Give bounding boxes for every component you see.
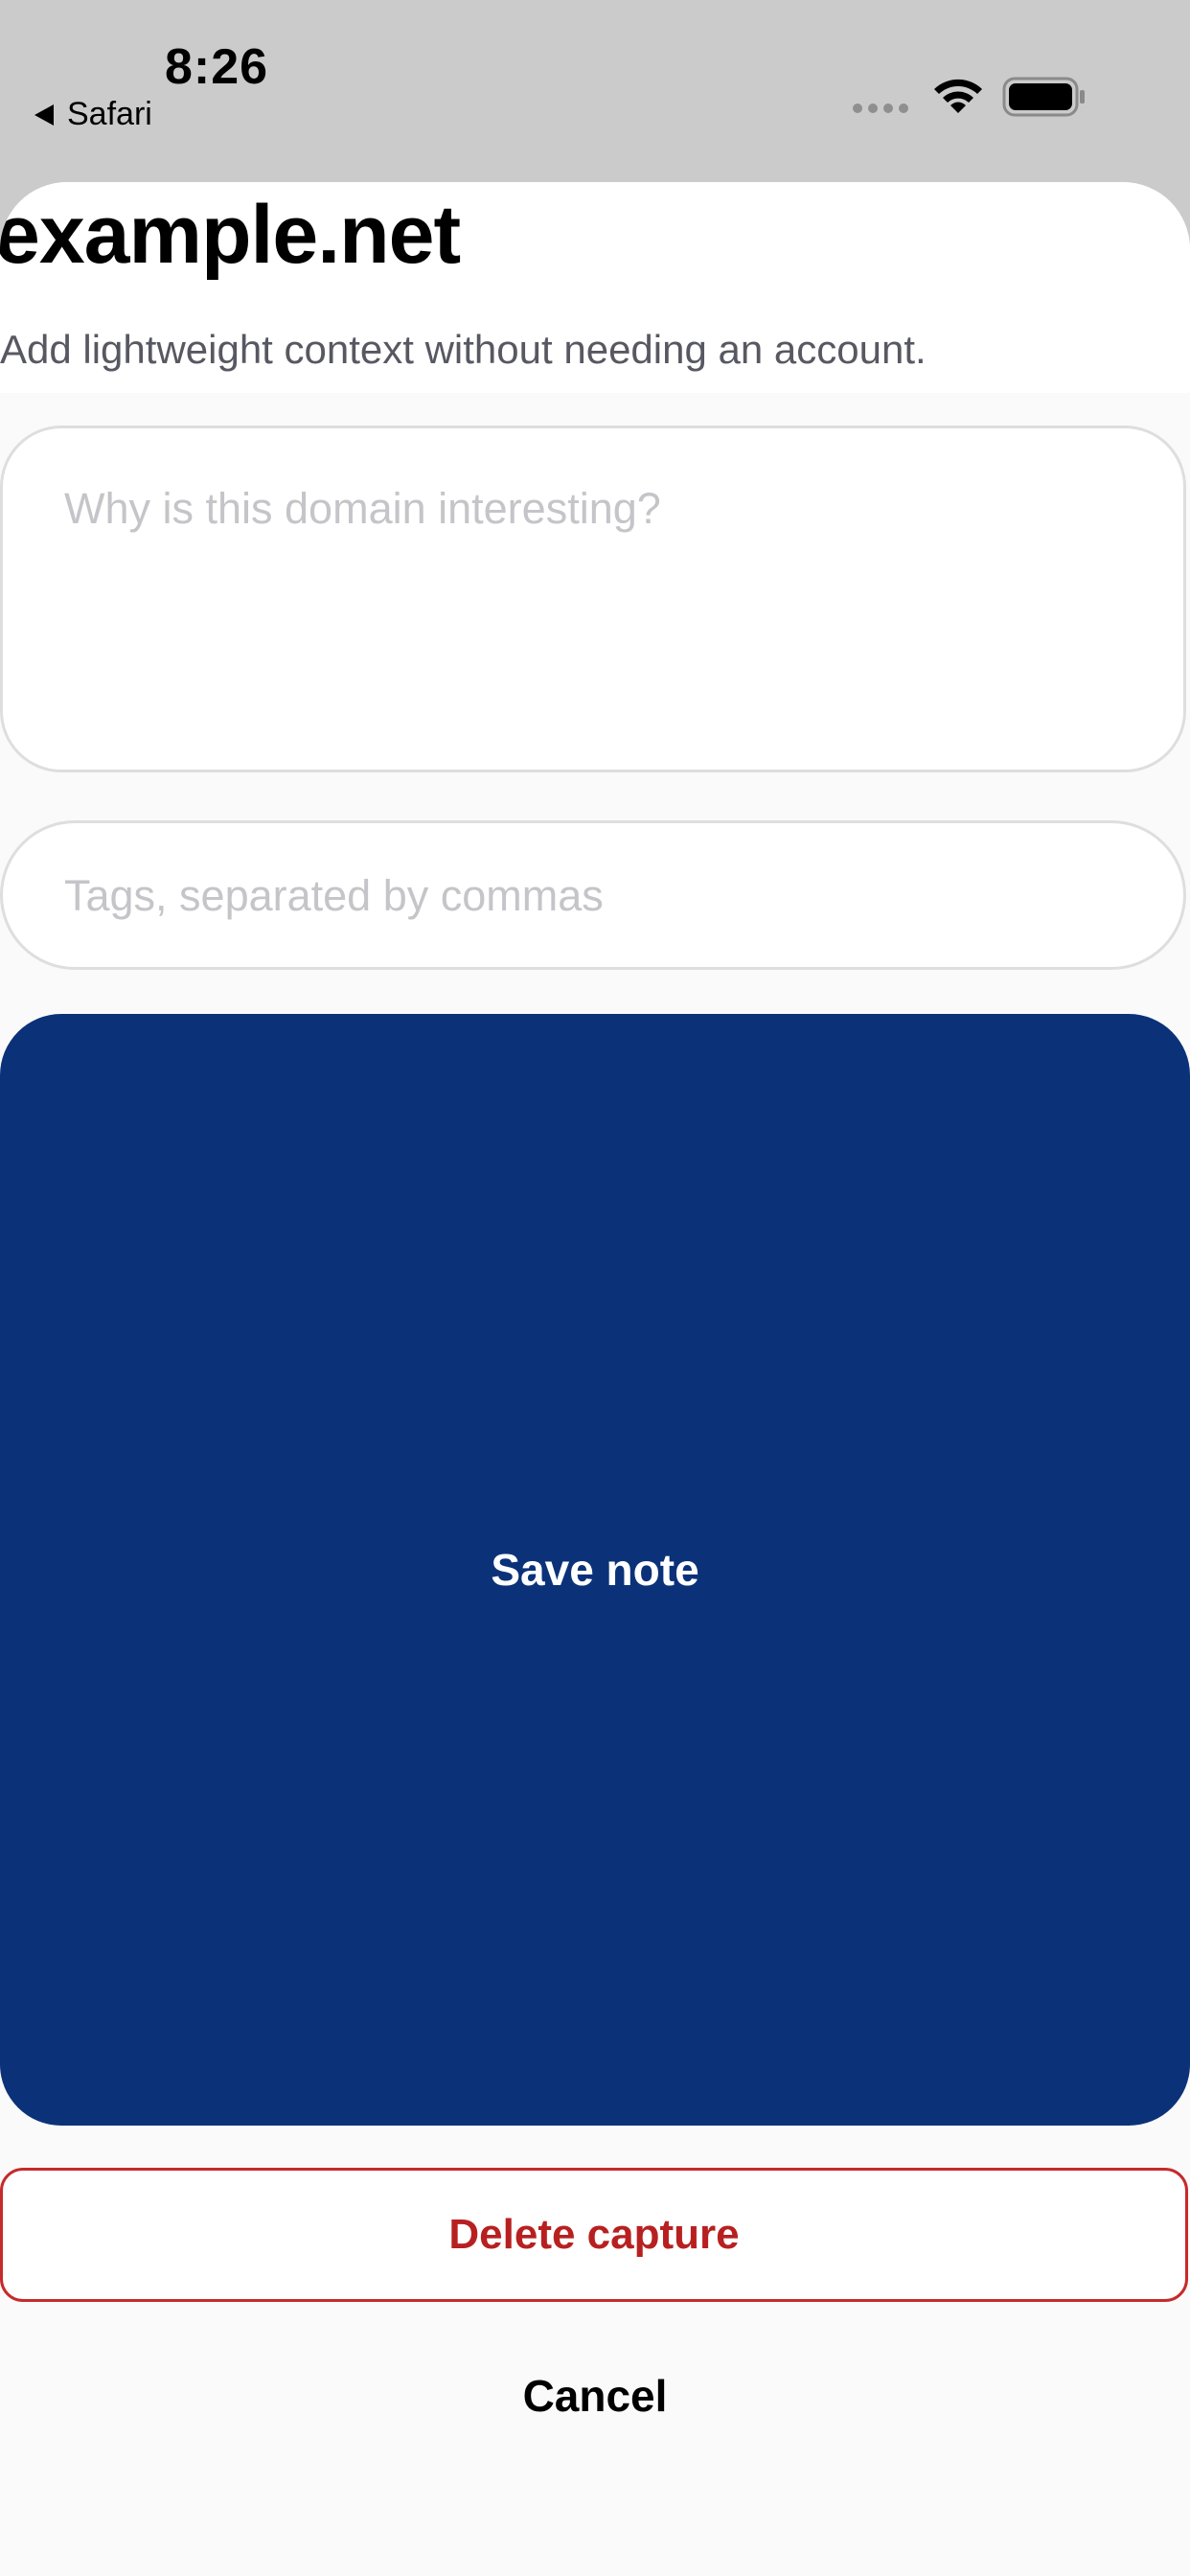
delete-capture-label: Delete capture: [448, 2211, 740, 2258]
domain-title: example.net: [0, 189, 461, 281]
tags-placeholder: Tags, separated by commas: [64, 871, 604, 920]
cancel-button[interactable]: Cancel: [0, 2338, 1190, 2453]
tags-input[interactable]: Tags, separated by commas: [0, 820, 1186, 970]
note-placeholder: Why is this domain interesting?: [64, 484, 661, 533]
note-textarea[interactable]: Why is this domain interesting?: [0, 426, 1186, 772]
save-note-button[interactable]: Save note: [0, 1014, 1190, 2126]
capture-sheet: example.net Add lightweight context with…: [0, 182, 1190, 2576]
battery-icon: [1002, 77, 1085, 117]
cancel-label: Cancel: [522, 2371, 668, 2421]
status-bar: 8:26 Safari: [0, 0, 1190, 182]
status-time: 8:26: [165, 39, 269, 95]
back-to-safari-button[interactable]: Safari: [34, 96, 152, 133]
delete-capture-button[interactable]: Delete capture: [0, 2168, 1188, 2302]
wifi-icon: [934, 79, 982, 113]
back-to-safari-label: Safari: [67, 96, 152, 132]
cellular-signal-icon: [853, 104, 908, 113]
sheet-subtitle: Add lightweight context without needing …: [0, 327, 927, 372]
save-note-label: Save note: [491, 1545, 699, 1595]
back-arrow-icon: [34, 104, 54, 126]
